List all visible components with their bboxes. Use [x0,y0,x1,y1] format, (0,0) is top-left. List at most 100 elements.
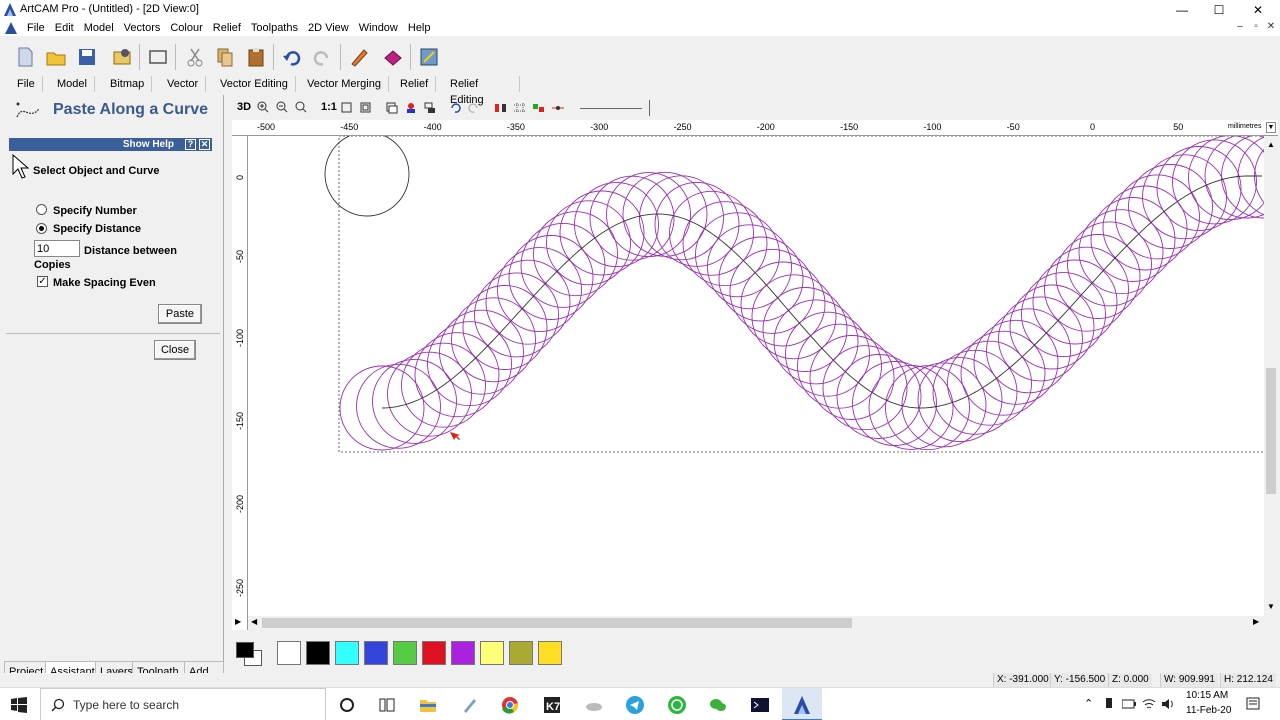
cloud-app-icon[interactable] [584,695,604,715]
notification-icon[interactable] [1246,697,1260,711]
tab-vector-merging[interactable]: Vector Merging [300,76,389,92]
menu-colour[interactable]: Colour [165,20,207,36]
ruler-dropdown-button[interactable]: ▼ [1266,122,1276,133]
redo-icon[interactable] [311,46,333,68]
cut-icon[interactable] [184,46,206,68]
pasted-circle[interactable] [1188,136,1265,221]
chrome-icon[interactable] [500,695,520,715]
colour-swatch[interactable] [306,641,330,665]
specify-distance-radio[interactable] [36,223,47,234]
make-spacing-even-checkbox[interactable]: ✓ [37,276,48,287]
one-to-one-button[interactable]: 1:1 [321,101,337,113]
colour-layer-icon[interactable] [405,102,417,114]
tab-bitmap[interactable]: Bitmap [103,76,153,92]
clock-date[interactable]: 11-Feb-20 [1186,705,1231,716]
wechat-icon[interactable] [708,695,728,715]
show-help-bar[interactable]: Show Help ? ✕ [9,138,212,151]
menu-window[interactable]: Window [354,20,403,36]
windows-start-icon[interactable] [11,697,27,713]
zoom-box-icon[interactable] [341,102,352,113]
colour-swatch[interactable] [480,641,504,665]
specify-number-label[interactable]: Specify Number [53,205,137,217]
menu-vectors[interactable]: Vectors [119,20,166,36]
layer-swap-icon[interactable] [424,102,436,114]
colour-swatch[interactable] [509,641,533,665]
help-question-button[interactable]: ? [185,139,196,150]
colour-swatch[interactable] [538,641,562,665]
colour-swatch[interactable] [364,641,388,665]
vertical-scrollbar[interactable]: ▲ ▼ [1264,136,1278,616]
frame-icon[interactable] [147,46,169,68]
tab-vector[interactable]: Vector [160,76,207,92]
telegram-icon[interactable] [625,695,645,715]
file-explorer-icon[interactable] [418,695,438,715]
layer-icon[interactable] [386,102,398,114]
mdi-close-button[interactable]: ✕ [1264,21,1278,35]
specify-distance-label[interactable]: Specify Distance [53,223,141,235]
colour-swatch[interactable] [422,641,446,665]
vector-drawing[interactable] [248,136,1264,616]
colour-swatch[interactable] [335,641,359,665]
colour-swatch[interactable] [451,641,475,665]
open-folder-icon[interactable] [45,46,67,68]
align-icon[interactable] [494,102,508,114]
source-circle[interactable] [324,136,410,217]
scroll-up-arrow-icon[interactable]: ▲ [1267,140,1275,149]
zoom-out-icon[interactable] [276,101,288,113]
menu-file[interactable]: File [22,20,50,36]
artcam-taskbar-button[interactable] [782,688,822,720]
pasted-circle-copies[interactable] [339,136,1265,451]
view-redo-icon[interactable] [468,102,480,114]
task-view-icon[interactable] [377,695,397,715]
colour-swatch[interactable] [393,641,417,665]
specify-number-radio[interactable] [36,204,47,215]
paint-app-icon[interactable] [460,695,480,715]
close-panel-button[interactable]: Close [154,340,196,360]
tab-model[interactable]: Model [50,76,95,92]
menu-2d-view[interactable]: 2D View [303,20,354,36]
menu-model[interactable]: Model [79,20,119,36]
scroll-right-arrow-icon[interactable]: ▶ [1253,617,1259,626]
line-width-slider-track[interactable] [580,108,642,109]
guide-icon[interactable] [551,102,565,114]
paste-icon[interactable] [245,46,267,68]
horizontal-scroll-thumb[interactable] [262,618,852,628]
mdi-minimize-button[interactable]: – [1233,21,1247,35]
close-button[interactable]: ✕ [1250,2,1266,18]
new-file-icon[interactable] [14,46,36,68]
maximize-button[interactable]: ☐ [1211,2,1227,18]
wizard-icon[interactable] [418,46,440,68]
menu-edit[interactable]: Edit [50,20,79,36]
tab-relief-editing[interactable]: Relief Editing [443,76,520,106]
foreground-colour[interactable] [236,642,254,658]
terminal-app-icon[interactable] [750,695,770,715]
menu-relief[interactable]: Relief [208,20,246,36]
view-undo-icon[interactable] [449,102,461,114]
3d-view-button[interactable]: 3D [237,101,251,113]
zoom-previous-icon[interactable] [295,101,307,113]
import-image-icon[interactable] [111,46,133,68]
make-spacing-even-label[interactable]: Make Spacing Even [53,277,156,289]
tray-chevron-icon[interactable]: ⌃ [1084,697,1093,710]
clock-time[interactable]: 10:15 AM [1186,690,1228,701]
tab-file[interactable]: File [10,76,43,92]
snap-icon[interactable] [532,102,546,114]
show-help-label[interactable]: Show Help [123,138,174,151]
menu-help[interactable]: Help [403,20,436,36]
tray-usb-icon[interactable] [1104,698,1114,712]
scroll-left-arrow-icon[interactable]: ◀ [251,617,257,626]
horizontal-scrollbar[interactable]: ◀ ▶ [248,616,1264,630]
line-width-slider-handle[interactable] [649,100,650,116]
foreground-background-swatch[interactable] [234,640,262,666]
taskbar-search-box[interactable]: Type here to search [40,688,326,720]
cortana-icon[interactable] [337,695,357,715]
mdi-restore-button[interactable]: ▫ [1249,21,1263,35]
menu-toolpaths[interactable]: Toolpaths [246,20,303,36]
help-close-button[interactable]: ✕ [199,139,210,150]
minimize-button[interactable]: — [1174,2,1190,18]
vertical-scroll-thumb[interactable] [1266,368,1276,494]
save-disk-icon[interactable] [76,46,98,68]
grid-icon[interactable] [513,102,527,114]
ruler-corner-arrow-icon[interactable]: ▶ [235,617,241,626]
tab-relief[interactable]: Relief [393,76,437,92]
